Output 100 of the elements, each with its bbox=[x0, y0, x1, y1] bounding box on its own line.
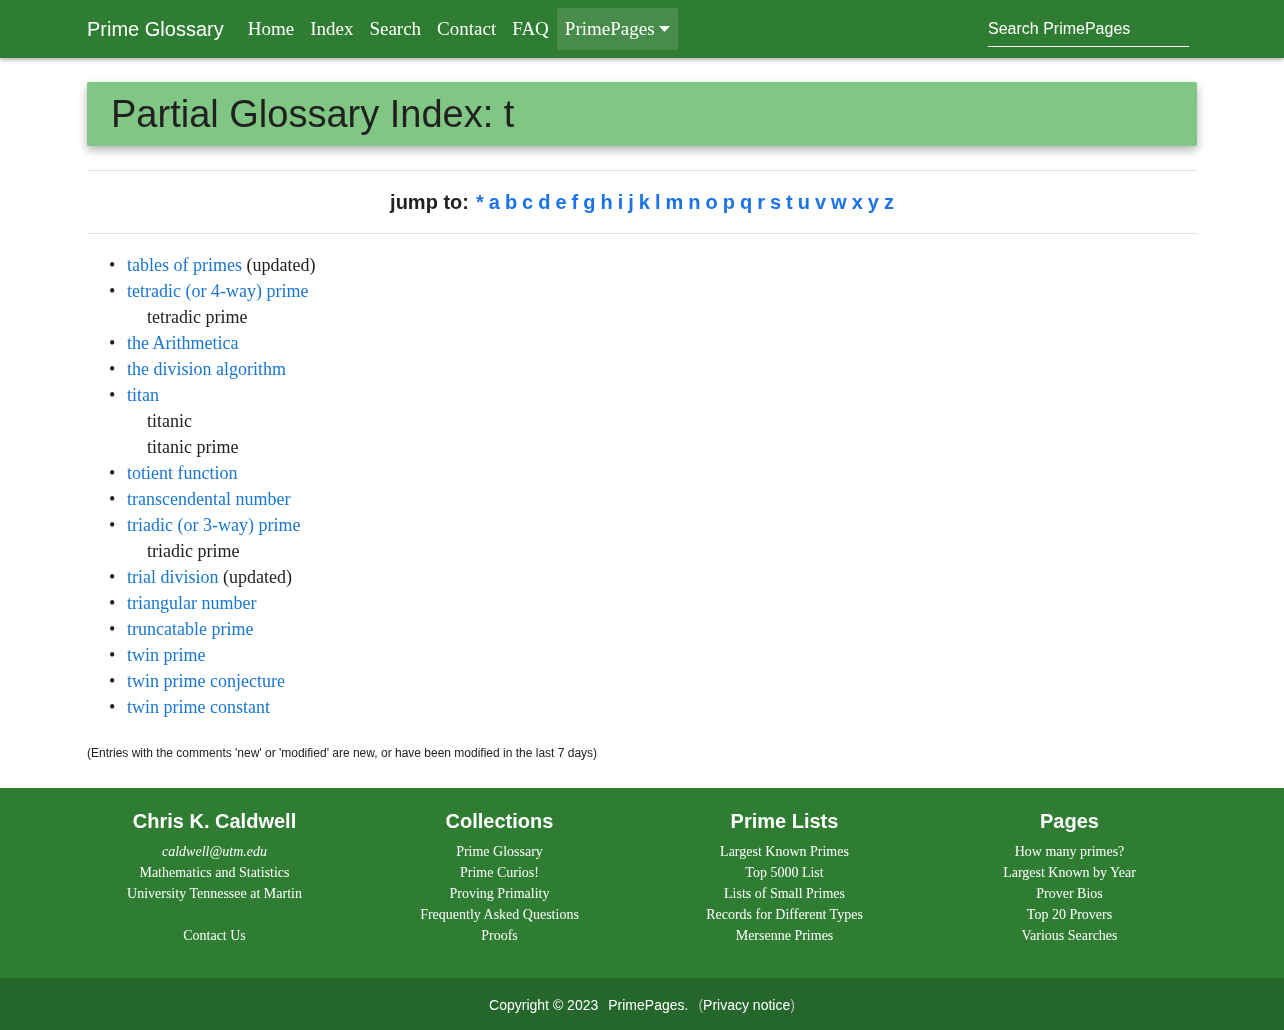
entry-alias: tetradic prime bbox=[146, 306, 249, 329]
footer-heading: Pages bbox=[1040, 810, 1099, 833]
paren-text: ( bbox=[698, 996, 704, 1013]
page-title: Partial Glossary Index: t bbox=[111, 92, 515, 136]
entry-link[interactable]: triadic (or 3-way) prime bbox=[127, 515, 301, 535]
footer-link[interactable]: Records for Different Types bbox=[706, 904, 863, 925]
footer-link[interactable]: Prime Glossary bbox=[456, 841, 543, 862]
letter-link[interactable]: m bbox=[665, 190, 684, 214]
entry-link[interactable]: the Arithmetica bbox=[127, 333, 239, 353]
footer-link[interactable]: Various Searches bbox=[1021, 925, 1118, 946]
nav-link[interactable]: Contact bbox=[429, 8, 505, 50]
footer-link[interactable]: Prover Bios bbox=[1036, 883, 1103, 904]
letter-link[interactable]: c bbox=[522, 190, 534, 214]
footer-link[interactable]: Top 20 Provers bbox=[1026, 904, 1113, 925]
footer-link[interactable]: University Tennessee at Martin bbox=[127, 883, 302, 904]
letter-link[interactable]: o bbox=[705, 190, 718, 214]
letter-link[interactable]: i bbox=[617, 190, 624, 214]
entry-link[interactable]: trial division bbox=[127, 567, 219, 587]
letter-link[interactable]: z bbox=[883, 190, 894, 214]
letter-link[interactable]: f bbox=[571, 190, 579, 214]
bullet: • bbox=[109, 592, 116, 615]
privacy-link[interactable]: Privacy notice bbox=[703, 996, 791, 1013]
letter-link[interactable]: * bbox=[475, 190, 484, 214]
bullet: • bbox=[109, 384, 116, 407]
letter-link[interactable]: k bbox=[638, 190, 650, 214]
entry-note: (updated) bbox=[246, 255, 316, 275]
letter-link[interactable]: j bbox=[628, 190, 634, 214]
entry-alias: titanic prime bbox=[146, 436, 240, 459]
bullet: • bbox=[109, 332, 116, 355]
entry-alias: triadic prime bbox=[146, 540, 241, 563]
letter-link[interactable]: e bbox=[555, 190, 567, 214]
footer-link[interactable]: How many primes? bbox=[1014, 841, 1125, 862]
nav-link[interactable]: FAQ bbox=[504, 8, 557, 50]
bullet: • bbox=[109, 644, 116, 667]
entry-link[interactable]: truncatable prime bbox=[127, 619, 254, 639]
bullet: • bbox=[109, 254, 116, 277]
footer-link[interactable]: Contact Us bbox=[183, 925, 246, 946]
letter-link[interactable]: u bbox=[797, 190, 810, 214]
entry-link[interactable]: twin prime constant bbox=[127, 697, 270, 717]
entry-link[interactable]: totient function bbox=[127, 463, 238, 483]
footer-heading: Chris K. Caldwell bbox=[132, 810, 297, 833]
entry-link[interactable]: twin prime bbox=[127, 645, 206, 665]
entry-link[interactable]: transcendental number bbox=[127, 489, 291, 509]
letter-link[interactable]: s bbox=[769, 190, 782, 214]
footer-link[interactable]: Frequently Asked Questions bbox=[420, 904, 579, 925]
nav-link[interactable]: Index bbox=[302, 8, 362, 50]
letter-link[interactable]: l bbox=[654, 190, 661, 214]
bullet: • bbox=[109, 670, 116, 693]
letter-link[interactable]: b bbox=[504, 190, 518, 214]
bullet: • bbox=[109, 566, 116, 589]
bullet: • bbox=[109, 696, 116, 719]
brand-link[interactable]: Prime Glossary bbox=[87, 17, 224, 41]
bullet: • bbox=[109, 358, 116, 381]
letter-link[interactable]: v bbox=[814, 190, 827, 214]
entry-alias: titanic bbox=[146, 410, 193, 433]
nav-link[interactable]: Home bbox=[239, 8, 303, 50]
entry-link[interactable]: tetradic (or 4-way) prime bbox=[127, 281, 309, 301]
letter-link[interactable]: t bbox=[786, 190, 793, 214]
letter-link[interactable]: q bbox=[739, 190, 753, 214]
nav-link[interactable]: Search bbox=[361, 8, 430, 50]
site-link[interactable]: PrimePages. bbox=[608, 996, 689, 1013]
footnote: (Entries with the comments 'new' or 'modified' are new, or have been modified in the last 7 days) bbox=[87, 746, 599, 760]
footer-link[interactable]: Proofs bbox=[481, 925, 518, 946]
bullet: • bbox=[109, 514, 116, 537]
footer-link[interactable]: Largest Known Primes bbox=[720, 841, 849, 862]
letter-link[interactable]: p bbox=[722, 190, 735, 214]
footer-link[interactable]: Largest Known by Year bbox=[1003, 862, 1136, 883]
letter-link[interactable]: r bbox=[757, 190, 765, 214]
letter-link[interactable]: d bbox=[538, 190, 551, 214]
letter-link[interactable]: n bbox=[688, 190, 701, 214]
entry-note: (updated) bbox=[223, 567, 292, 587]
footer-link[interactable]: Prime Curios! bbox=[460, 862, 539, 883]
bullet: • bbox=[109, 280, 116, 303]
footer-link[interactable]: Mersenne Primes bbox=[735, 925, 834, 946]
bullet: • bbox=[109, 618, 116, 641]
footer-heading: Prime Lists bbox=[730, 810, 839, 833]
footer-link[interactable]: Mathematics and Statistics bbox=[139, 862, 290, 883]
letter-link[interactable]: h bbox=[600, 190, 613, 214]
letter-link[interactable]: x bbox=[851, 190, 863, 214]
footer-link[interactable]: Proving Primality bbox=[449, 883, 550, 904]
letter-link[interactable]: w bbox=[831, 190, 847, 214]
caret-icon bbox=[658, 26, 670, 32]
footer-link[interactable]: Top 5000 List bbox=[745, 862, 824, 883]
jump-label: jump to: bbox=[390, 190, 469, 214]
entry-link[interactable]: titan bbox=[127, 385, 159, 405]
search-field[interactable]: Search PrimePages bbox=[988, 11, 1189, 47]
bullet: • bbox=[109, 462, 116, 485]
entry-link[interactable]: tables of primes bbox=[127, 255, 242, 275]
email-link[interactable]: caldwell@utm.edu bbox=[162, 841, 267, 862]
entry-link[interactable]: the division algorithm bbox=[127, 359, 286, 379]
entry-link[interactable]: triangular number bbox=[127, 593, 257, 613]
paren-text: ) bbox=[790, 996, 795, 1013]
dropdown-menu[interactable]: PrimePages bbox=[556, 8, 678, 50]
bullet: • bbox=[109, 488, 116, 511]
footer-heading: Collections bbox=[445, 810, 554, 833]
letter-link[interactable]: a bbox=[488, 190, 500, 214]
letter-link[interactable]: y bbox=[867, 190, 879, 214]
letter-link[interactable]: g bbox=[583, 190, 596, 214]
footer-link[interactable]: Lists of Small Primes bbox=[724, 883, 845, 904]
entry-link[interactable]: twin prime conjecture bbox=[127, 671, 285, 691]
